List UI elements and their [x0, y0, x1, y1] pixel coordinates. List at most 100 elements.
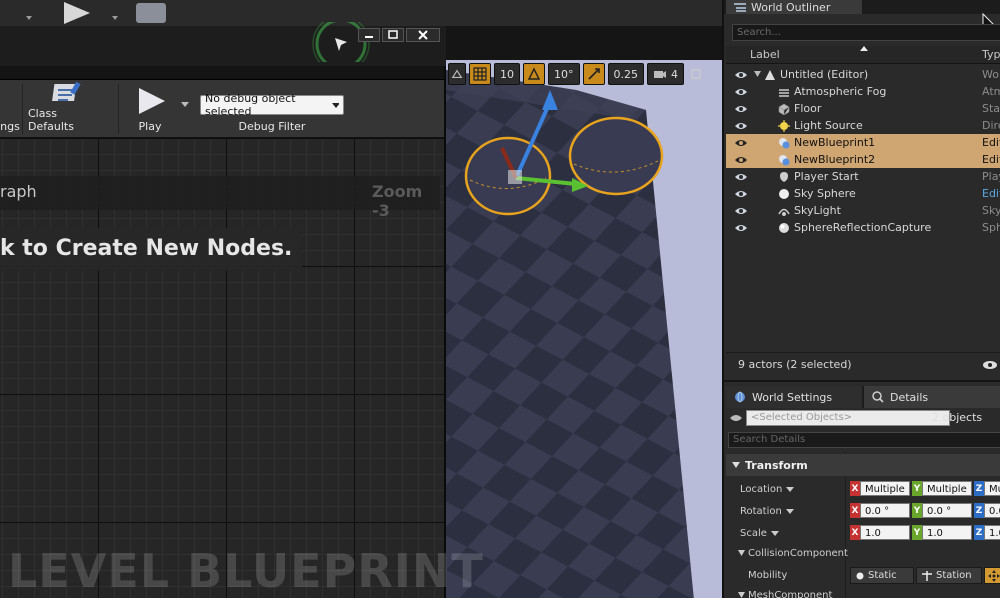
play-options-dropdown[interactable]: [178, 80, 192, 138]
rotation-snap-toggle[interactable]: [523, 63, 545, 85]
scale-y-field[interactable]: 1.0: [922, 525, 972, 540]
visibility-eye-icon[interactable]: [734, 121, 748, 131]
visibility-eye-icon[interactable]: [734, 155, 748, 165]
outliner-row[interactable]: Untitled (Editor) Wor: [726, 66, 1000, 83]
lock-selection-eye-icon[interactable]: [729, 413, 743, 423]
mobility-stationary-button[interactable]: Station: [916, 567, 982, 584]
visibility-eye-icon[interactable]: [734, 172, 748, 182]
mesh-component-header[interactable]: MeshComponent: [726, 586, 1000, 598]
play-button[interactable]: Play: [126, 80, 174, 138]
mobility-movable-button[interactable]: [984, 567, 1000, 584]
outliner-row[interactable]: Sky Sphere Edit: [726, 185, 1000, 202]
rotation-x-field[interactable]: 0.0 °: [860, 503, 910, 518]
rotation-z-axis: Z: [974, 503, 984, 518]
visibility-eye-icon[interactable]: [734, 70, 748, 80]
visibility-eye-icon[interactable]: [734, 104, 748, 114]
outliner-row[interactable]: Player Start Play: [726, 168, 1000, 185]
outliner-row[interactable]: Floor Stat: [726, 100, 1000, 117]
visibility-eye-icon[interactable]: [734, 138, 748, 148]
outliner-row-type[interactable]: Edit: [982, 153, 1000, 166]
mobility-stationary-label: Station: [936, 570, 972, 581]
outliner-row-type: Sph: [982, 221, 1000, 234]
main-play-icon[interactable]: [64, 2, 90, 24]
outliner-column-header: Label Typ: [726, 46, 1000, 64]
collapse-arrow-icon: [738, 592, 745, 598]
minimize-button[interactable]: [358, 28, 380, 42]
outliner-row[interactable]: NewBlueprint2 Edit: [726, 151, 1000, 168]
type-column-header[interactable]: Typ: [982, 48, 1000, 61]
movable-arrows-icon: [988, 569, 1000, 582]
expand-arrow-icon[interactable]: [754, 71, 761, 77]
tab-world-settings[interactable]: World Settings: [726, 386, 862, 408]
outliner-search-input[interactable]: Search...: [732, 24, 1000, 41]
surface-snap-button[interactable]: [448, 63, 466, 85]
location-x-field[interactable]: Multiple: [860, 481, 910, 496]
outliner-row-label: Light Source: [794, 119, 863, 132]
rotation-z-field[interactable]: 0.0: [984, 503, 1000, 518]
chevron-down-icon: [786, 486, 795, 492]
collision-component-header[interactable]: CollisionComponent: [726, 544, 1000, 562]
maximize-viewport-button[interactable]: [687, 63, 705, 85]
outliner-list-icon: [734, 3, 746, 12]
outliner-row[interactable]: Atmospheric Fog Atm: [726, 83, 1000, 100]
camera-speed-button[interactable]: 4: [647, 63, 684, 85]
mobility-static-button[interactable]: Static: [850, 567, 914, 584]
class-defaults-button[interactable]: Class Defaults: [28, 80, 106, 138]
location-y-field[interactable]: Multiple: [922, 481, 972, 496]
visibility-eye-icon[interactable]: [734, 206, 748, 216]
tab-details[interactable]: Details: [864, 386, 1000, 408]
blueprint-actor-icon: [779, 137, 790, 148]
details-search-input[interactable]: Search Details: [728, 432, 1000, 448]
label-column-header[interactable]: Label: [750, 48, 780, 61]
chevron-down-icon: [785, 508, 794, 514]
document-tab-strip: [0, 66, 444, 80]
grid-snap-toggle[interactable]: [469, 63, 491, 85]
blueprint-toolbar: ngs Class Defaults Play No debug object …: [0, 80, 444, 138]
scale-snap-toggle[interactable]: [582, 63, 605, 85]
outliner-row-type: Atm: [982, 85, 1000, 98]
directional-light-icon: [778, 119, 790, 132]
outliner-row-type[interactable]: Edit: [982, 187, 1000, 200]
location-z-field[interactable]: Mu: [984, 481, 1000, 496]
scale-z-axis: Z: [974, 525, 984, 540]
outliner-row-label: Atmospheric Fog: [794, 85, 887, 98]
selected-objects-field[interactable]: <Selected Objects>: [746, 410, 950, 426]
viewport-scene[interactable]: [446, 60, 722, 598]
class-settings-label: ngs: [0, 120, 20, 133]
outliner-row-type[interactable]: Edit: [982, 136, 1000, 149]
rotation-snap-value[interactable]: 10°: [548, 63, 580, 85]
rotation-y-field[interactable]: 0.0 °: [922, 503, 972, 518]
grid-snap-value[interactable]: 10: [494, 63, 520, 85]
world-outliner-tab[interactable]: World Outliner: [726, 0, 862, 14]
outliner-row[interactable]: NewBlueprint1 Edit: [726, 134, 1000, 151]
event-graph-canvas[interactable]: raph Zoom -3 k to Create New Nodes.: [0, 138, 444, 598]
rotation-label[interactable]: Rotation: [740, 500, 794, 522]
class-settings-button[interactable]: ngs: [0, 80, 20, 138]
close-button[interactable]: [406, 28, 440, 42]
launch-icon[interactable]: [136, 3, 166, 23]
outliner-row[interactable]: SkyLight Skyl: [726, 202, 1000, 219]
window-titlebar[interactable]: [0, 22, 446, 66]
transform-section-header[interactable]: Transform: [726, 454, 1000, 476]
outliner-row[interactable]: Light Source Dire: [726, 117, 1000, 134]
visibility-eye-icon[interactable]: [734, 223, 748, 233]
scale-z-field[interactable]: 1.0: [984, 525, 1000, 540]
visibility-eye-icon[interactable]: [734, 189, 748, 199]
scale-x-field[interactable]: 1.0: [860, 525, 910, 540]
scale-label[interactable]: Scale: [740, 522, 779, 544]
level-viewport[interactable]: [446, 60, 722, 598]
scale-snap-value[interactable]: 0.25: [607, 63, 644, 85]
stationary-icon: [922, 570, 932, 581]
view-options-eye-icon[interactable]: [982, 360, 998, 370]
blueprint-sphere-2[interactable]: [568, 116, 664, 196]
outliner-row[interactable]: SphereReflectionCapture Sph: [726, 219, 1000, 236]
maximize-icon: [691, 69, 701, 79]
location-label[interactable]: Location: [740, 478, 795, 500]
collision-header-label: CollisionComponent: [748, 547, 848, 559]
static-dot-icon: [856, 572, 864, 579]
scale-y-axis: Y: [912, 525, 922, 540]
visibility-eye-icon[interactable]: [734, 87, 748, 97]
maximize-button[interactable]: [382, 28, 404, 42]
tab-details-label: Details: [890, 390, 929, 404]
skylight-icon: [778, 208, 790, 216]
